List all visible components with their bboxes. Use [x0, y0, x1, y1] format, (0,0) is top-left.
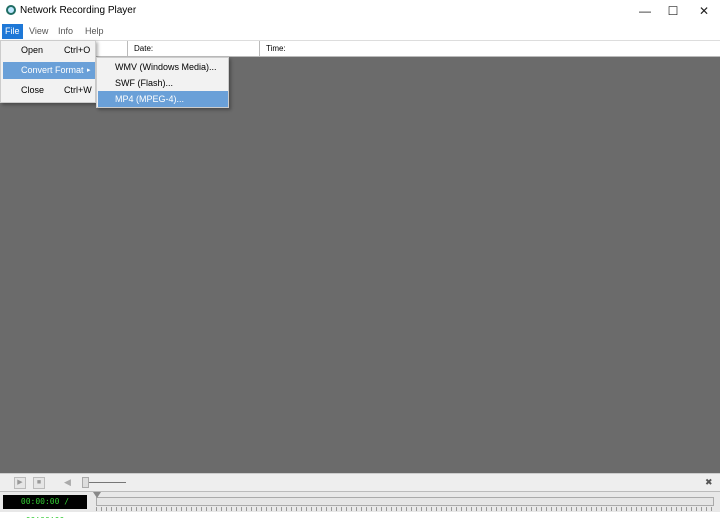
submenu-arrow-icon: ▸	[87, 67, 91, 74]
menu-view[interactable]: View	[26, 24, 51, 39]
bottom-edge	[0, 512, 720, 517]
volume-slider-thumb[interactable]	[82, 477, 89, 488]
stop-button[interactable]: ■	[33, 477, 45, 489]
column-header-date[interactable]: Date:	[127, 41, 259, 57]
menu-item-mp4[interactable]: MP4 (MPEG-4)...	[98, 91, 228, 107]
menu-item-convert-format[interactable]: Convert Format ▸	[3, 62, 95, 79]
timeline-bar: 00:00:00 / 00:00:00	[0, 491, 720, 520]
timeline-ticks	[96, 507, 714, 511]
column-headers: Date: Time:	[0, 40, 720, 57]
file-menu: Open Ctrl+O Convert Format ▸ Close Ctrl+W	[0, 40, 96, 103]
menu-help[interactable]: Help	[82, 24, 107, 39]
menu-info[interactable]: Info	[55, 24, 76, 39]
player-controls: ▶ ■ ◀ ✖	[0, 473, 720, 491]
seek-handle[interactable]	[93, 492, 101, 498]
title-bar: Network Recording Player — ☐ ✕	[0, 0, 720, 22]
label: Open	[21, 45, 44, 55]
close-player-icon[interactable]: ✖	[705, 477, 713, 488]
play-button[interactable]: ▶	[14, 477, 26, 489]
maximize-button[interactable]: ☐	[658, 0, 688, 22]
menu-item-swf[interactable]: SWF (Flash)...	[98, 75, 228, 91]
menu-item-open[interactable]: Open Ctrl+O	[3, 42, 95, 59]
video-area	[0, 57, 720, 473]
volume-icon[interactable]: ◀	[64, 477, 71, 488]
label: Close	[21, 85, 45, 95]
timecode-display: 00:00:00 / 00:00:00	[3, 495, 87, 520]
minimize-button[interactable]: —	[630, 0, 660, 22]
shortcut: Ctrl+W	[64, 85, 92, 95]
app-icon	[6, 5, 16, 15]
window-title: Network Recording Player	[20, 5, 137, 16]
menu-item-wmv[interactable]: WMV (Windows Media)...	[98, 59, 228, 75]
label: Convert Format	[21, 65, 84, 75]
seek-bar[interactable]	[96, 497, 714, 506]
convert-format-submenu: WMV (Windows Media)... SWF (Flash)... MP…	[96, 57, 229, 108]
volume-slider[interactable]	[84, 482, 126, 483]
column-header-time[interactable]: Time:	[259, 41, 720, 57]
menu-file[interactable]: File	[2, 24, 23, 39]
shortcut: Ctrl+O	[64, 45, 91, 55]
menu-item-close[interactable]: Close Ctrl+W	[3, 82, 95, 99]
close-button[interactable]: ✕	[689, 0, 719, 22]
menu-bar: File View Info Help	[0, 22, 720, 40]
